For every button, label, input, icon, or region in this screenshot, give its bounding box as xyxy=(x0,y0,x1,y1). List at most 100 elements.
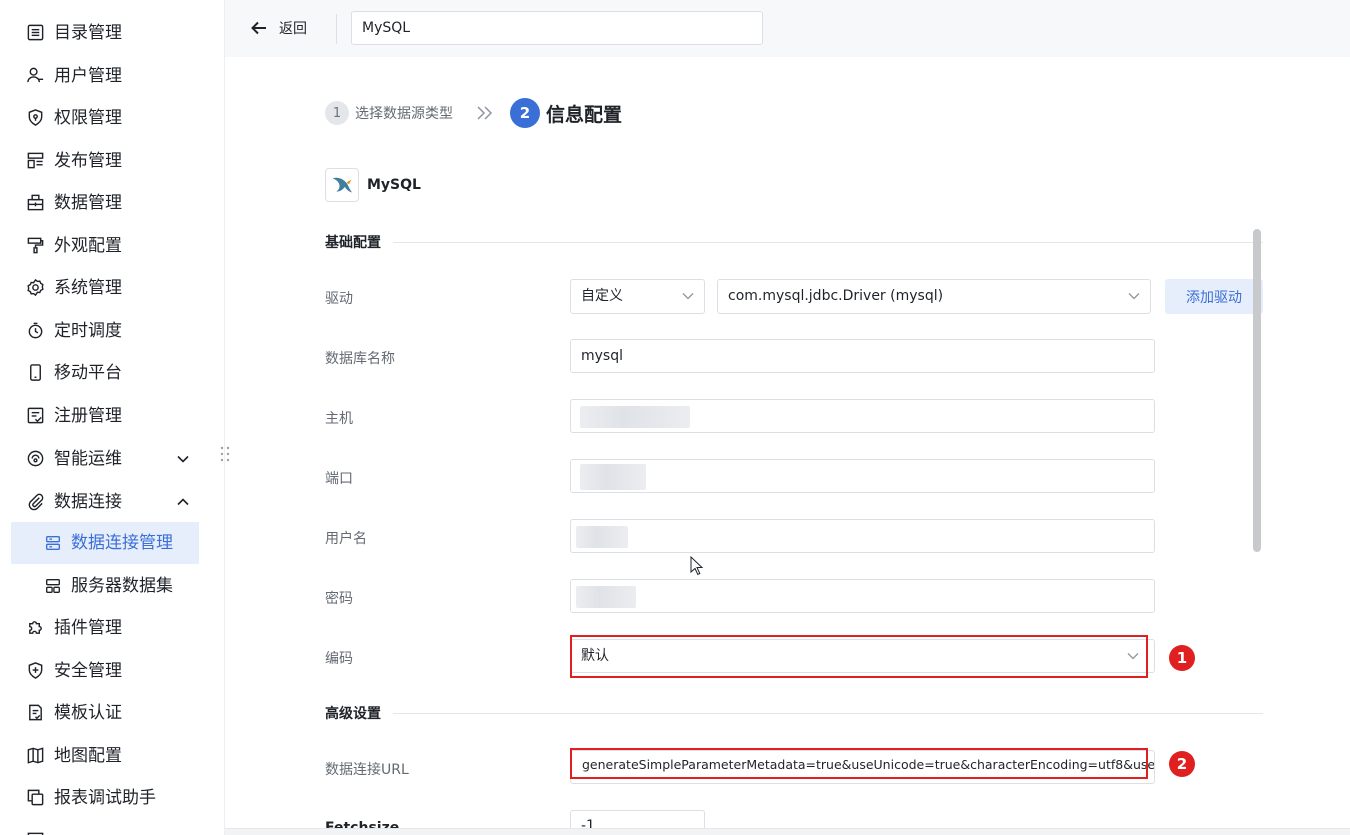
connection-icon xyxy=(46,536,60,550)
sidebar-item-report-debug[interactable]: 报表调试助手 xyxy=(0,778,225,818)
sidebar-item-label: 数据连接 xyxy=(54,492,122,512)
step-2-label: 信息配置 xyxy=(546,103,623,126)
driver-mode-value: 自定义 xyxy=(581,288,623,304)
sidebar-item-label: 权限管理 xyxy=(54,108,122,128)
chevron-down-icon xyxy=(1128,293,1140,300)
sidebar-item-ops[interactable]: 智能运维 xyxy=(0,439,225,479)
chevron-down-icon xyxy=(682,293,694,300)
username-input[interactable] xyxy=(570,519,1155,553)
sidebar-item-label: 发布管理 xyxy=(54,151,122,171)
sidebar-item-label: 安全管理 xyxy=(54,661,122,681)
sidebar-item-catalog[interactable]: 目录管理 xyxy=(0,13,225,53)
section-title: 基础配置 xyxy=(325,235,381,251)
dbname-input[interactable]: mysql xyxy=(570,339,1155,373)
drag-handle-icon[interactable] xyxy=(219,445,231,467)
encoding-label: 编码 xyxy=(325,651,353,667)
driver-mode-select[interactable]: 自定义 xyxy=(570,279,705,314)
sidebar-item-appearance[interactable]: 外观配置 xyxy=(0,226,225,266)
server-dataset-icon xyxy=(46,579,60,593)
sidebar-item-map[interactable]: 地图配置 xyxy=(0,736,225,776)
host-input[interactable] xyxy=(570,399,1155,433)
sidebar-item-system[interactable]: 系统管理 xyxy=(0,268,225,308)
puzzle-icon xyxy=(29,621,42,634)
sidebar-item-mobile[interactable]: 移动平台 xyxy=(0,353,225,393)
host-label: 主机 xyxy=(325,411,353,427)
sidebar-item-publish[interactable]: 发布管理 xyxy=(0,141,225,181)
url-label: 数据连接URL xyxy=(325,762,409,778)
paperclip-icon xyxy=(28,493,44,511)
mobile-icon xyxy=(30,364,41,381)
sidebar-item-label: 系统管理 xyxy=(54,278,122,298)
section-advanced: 高级设置 xyxy=(325,703,1263,723)
driver-class-value: com.mysql.jdbc.Driver (mysql) xyxy=(728,288,944,304)
sidebar-subitem-label: 数据连接管理 xyxy=(71,533,173,553)
double-chevron-right-icon xyxy=(477,106,493,120)
sidebar-subitem-server-dataset[interactable]: 服务器数据集 xyxy=(11,565,199,607)
connection-name-input[interactable]: MySQL xyxy=(351,11,763,45)
sidebar-item-label: 模板认证 xyxy=(54,703,122,723)
redacted-value xyxy=(576,526,628,548)
chevron-up-icon[interactable] xyxy=(175,494,191,510)
section-title: 高级设置 xyxy=(325,706,381,722)
username-label: 用户名 xyxy=(325,531,367,547)
chevron-down-icon xyxy=(1127,653,1139,660)
url-input[interactable]: generateSimpleParameterMetadata=true&use… xyxy=(570,750,1155,784)
sidebar-item-users[interactable]: 用户管理 xyxy=(0,56,225,96)
sidebar-item-label: 插件管理 xyxy=(54,618,122,638)
sidebar-item-label: 数据管理 xyxy=(54,193,122,213)
shield-icon xyxy=(28,109,43,126)
port-input[interactable] xyxy=(570,459,1155,493)
back-button[interactable]: 返回 xyxy=(250,16,307,40)
sidebar-item-partial[interactable] xyxy=(0,821,225,835)
section-basic: 基础配置 xyxy=(325,232,1263,252)
copy-icon xyxy=(27,789,44,806)
password-label: 密码 xyxy=(325,591,353,607)
sidebar-item-label: 定时调度 xyxy=(54,321,122,341)
driver-class-select[interactable]: com.mysql.jdbc.Driver (mysql) xyxy=(717,279,1151,314)
sidebar-item-label: 注册管理 xyxy=(54,406,122,426)
sidebar-item-label: 移动平台 xyxy=(54,363,122,383)
template-cert-icon xyxy=(29,704,42,721)
chevron-down-icon[interactable] xyxy=(175,451,191,467)
step-1[interactable]: 1 选择数据源类型 xyxy=(325,101,453,125)
db-type-name: MySQL xyxy=(367,177,421,193)
redacted-value xyxy=(576,586,636,608)
sidebar-item-label: 地图配置 xyxy=(54,746,122,766)
sidebar-item-data[interactable]: 数据管理 xyxy=(0,183,225,223)
port-label: 端口 xyxy=(325,471,353,487)
partial-icon xyxy=(27,832,44,835)
shield-plus-icon xyxy=(28,662,43,679)
sidebar-item-plugins[interactable]: 插件管理 xyxy=(0,608,225,648)
url-value: generateSimpleParameterMetadata=true&use… xyxy=(582,757,1155,772)
redacted-value xyxy=(580,464,646,490)
sidebar-subitem-connection-management[interactable]: 数据连接管理 xyxy=(11,522,199,564)
sidebar: 目录管理 用户管理 权限管理 发布管理 数据管理 外观配置 系统管理 定时调度 xyxy=(0,0,230,835)
sidebar-item-permissions[interactable]: 权限管理 xyxy=(0,98,225,138)
sidebar-item-data-connection[interactable]: 数据连接 xyxy=(0,482,225,522)
arrow-left-icon xyxy=(251,21,266,35)
stopwatch-icon xyxy=(28,322,43,339)
user-icon xyxy=(27,67,44,83)
step-2: 2 信息配置 xyxy=(510,98,622,128)
section-divider xyxy=(393,712,1263,714)
password-input[interactable] xyxy=(570,579,1155,613)
back-label: 返回 xyxy=(279,21,307,37)
topbar: 返回 MySQL xyxy=(225,0,1350,57)
add-driver-button[interactable]: 添加驱动 xyxy=(1165,279,1263,314)
sidebar-subitem-label: 服务器数据集 xyxy=(71,576,173,596)
mouse-cursor-icon xyxy=(690,556,704,576)
sidebar-item-security[interactable]: 安全管理 xyxy=(0,651,225,691)
driver-label: 驱动 xyxy=(325,291,353,307)
encoding-select[interactable]: 默认 xyxy=(570,639,1155,673)
sidebar-item-register[interactable]: 注册管理 xyxy=(0,396,225,436)
gear-icon xyxy=(27,278,44,297)
layout-icon xyxy=(27,152,44,169)
register-icon xyxy=(27,407,44,424)
sidebar-item-label: 目录管理 xyxy=(54,23,122,43)
sidebar-item-label: 智能运维 xyxy=(54,449,122,469)
sidebar-item-template-cert[interactable]: 模板认证 xyxy=(0,693,225,733)
step-2-number: 2 xyxy=(510,98,540,128)
sidebar-item-schedule[interactable]: 定时调度 xyxy=(0,311,225,351)
scrollbar-thumb[interactable] xyxy=(1253,229,1261,552)
sidebar-item-label: 报表调试助手 xyxy=(54,788,156,808)
